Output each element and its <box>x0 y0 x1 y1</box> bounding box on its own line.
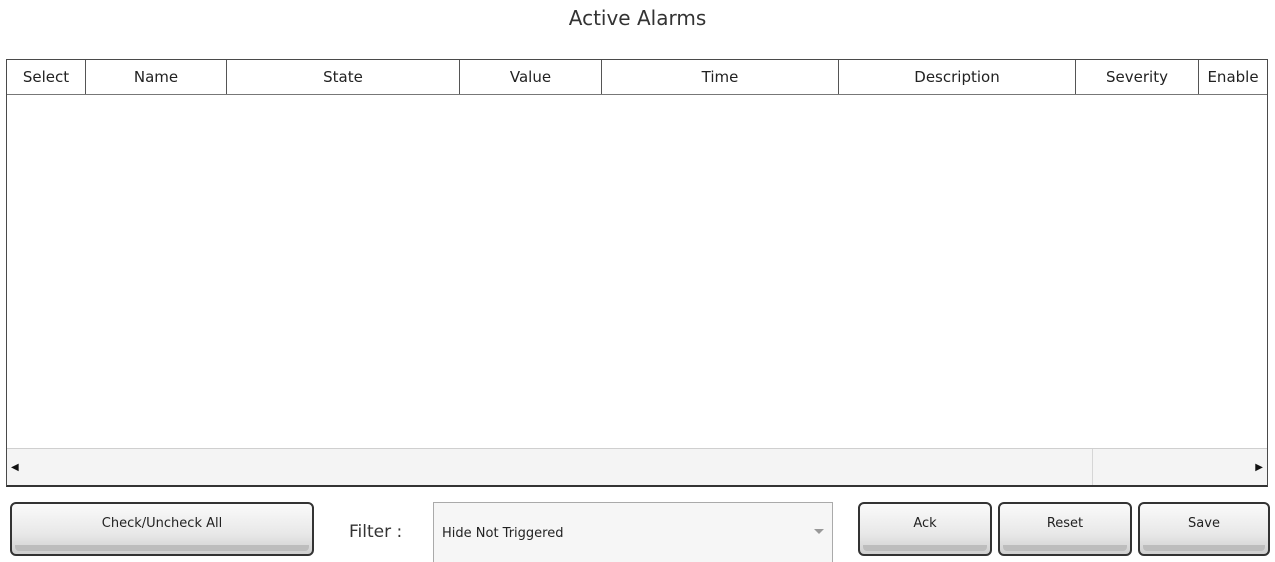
table-body <box>7 95 1267 450</box>
save-button[interactable]: Save <box>1138 502 1270 556</box>
column-header-time[interactable]: Time <box>602 60 839 94</box>
save-label: Save <box>1188 515 1220 531</box>
column-header-value[interactable]: Value <box>460 60 602 94</box>
filter-label: Filter : <box>349 522 403 542</box>
alarm-table: Select Name State Value Time Description… <box>6 59 1268 487</box>
scroll-left-arrow-icon[interactable]: ◀ <box>11 462 19 473</box>
page-title: Active Alarms <box>568 6 707 30</box>
filter-selected-value: Hide Not Triggered <box>442 526 564 541</box>
filter-dropdown[interactable]: Hide Not Triggered <box>433 502 833 562</box>
chevron-down-icon[interactable] <box>814 529 824 534</box>
column-header-severity[interactable]: Severity <box>1076 60 1199 94</box>
scroll-right-arrow-icon[interactable]: ▶ <box>1255 462 1263 473</box>
horizontal-scrollbar[interactable]: ◀ ▶ <box>7 448 1267 485</box>
column-header-state[interactable]: State <box>227 60 460 94</box>
ack-button[interactable]: Ack <box>858 502 992 556</box>
reset-label: Reset <box>1046 515 1084 531</box>
ack-label: Ack <box>913 515 937 531</box>
column-header-name[interactable]: Name <box>86 60 227 94</box>
check-uncheck-all-button[interactable]: Check/Uncheck All <box>10 502 314 556</box>
check-uncheck-all-label: Check/Uncheck All <box>101 515 223 531</box>
column-header-description[interactable]: Description <box>839 60 1076 94</box>
column-header-select[interactable]: Select <box>7 60 86 94</box>
table-header: Select Name State Value Time Description… <box>7 60 1267 95</box>
column-header-enable[interactable]: Enable <box>1199 60 1267 94</box>
scrollbar-track-divider <box>1092 449 1093 485</box>
reset-button[interactable]: Reset <box>998 502 1132 556</box>
